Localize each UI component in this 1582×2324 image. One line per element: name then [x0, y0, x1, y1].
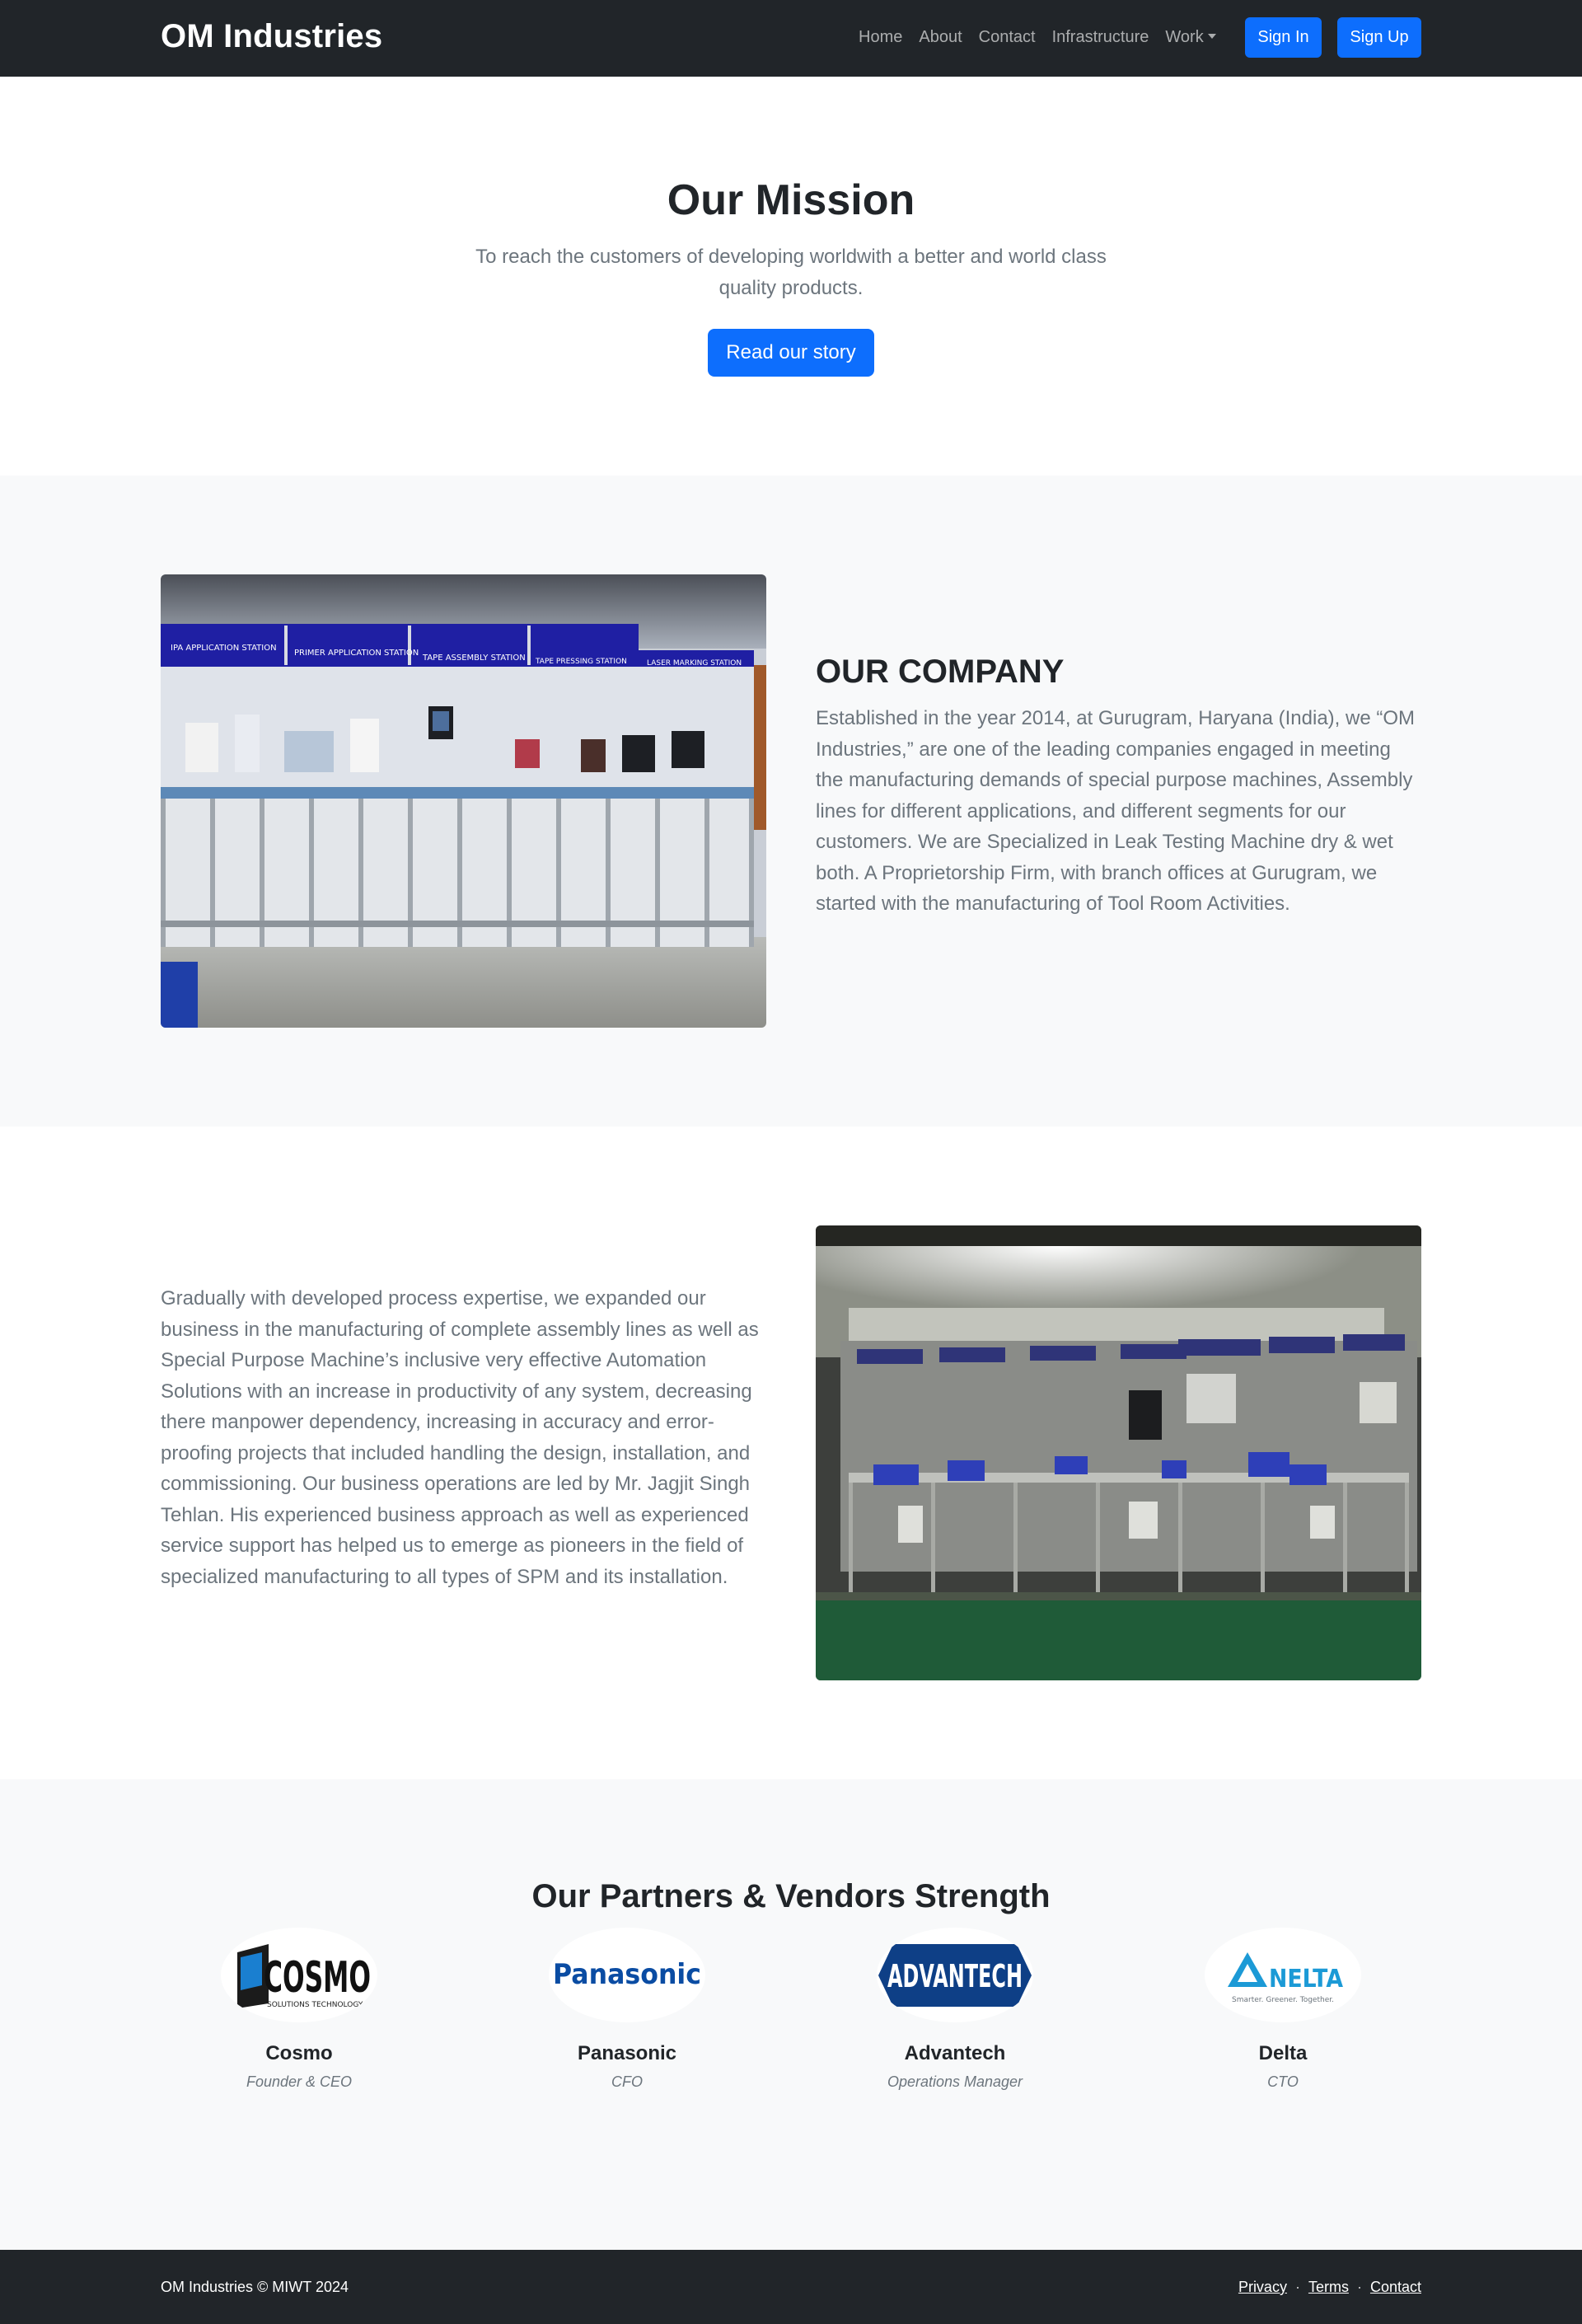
mission-text: To reach the customers of developing wor…	[475, 246, 1107, 299]
partners-section: Our Partners & Vendors Strength COSMO SO…	[0, 1779, 1582, 2250]
station-label-3: TAPE ASSEMBLY STATION	[422, 654, 526, 663]
nav-work-dropdown[interactable]: Work	[1165, 28, 1216, 47]
partner-card-delta: NELTA Smarter. Greener. Together. Delta …	[1119, 1928, 1447, 2091]
cosmo-logo: COSMO SOLUTIONS TECHNOLOGY	[221, 1928, 377, 2022]
expansion-text: Gradually with developed process experti…	[161, 1287, 759, 1588]
footer: OM Industries © MIWT 2024 Privacy · Term…	[0, 2250, 1582, 2324]
partner-name: Advantech	[904, 2042, 1006, 2064]
brand-logo[interactable]: OM Industries	[161, 18, 382, 55]
footer-privacy-link[interactable]: Privacy	[1238, 2279, 1287, 2296]
copyright-text: OM Industries © MIWT 2024	[161, 2279, 349, 2295]
partner-name: Delta	[1258, 2042, 1308, 2064]
company-title: OUR COMPANY	[816, 654, 1065, 690]
read-story-button[interactable]: Read our story	[708, 329, 874, 377]
chevron-down-icon	[1207, 33, 1216, 39]
partner-role: CTO	[1267, 2073, 1299, 2090]
delta-logo-subtext: Smarter. Greener. Together.	[1232, 1996, 1334, 2004]
station-label-1: IPA APPLICATION STATION	[171, 644, 277, 653]
station-label-4: TAPE PRESSING STATION	[535, 658, 627, 666]
station-label-5: LASER MARKING STATION	[647, 659, 742, 668]
assembly-line-photo	[816, 1225, 1421, 1680]
footer-contact-link[interactable]: Contact	[1370, 2279, 1421, 2296]
partner-role: Operations Manager	[887, 2073, 1023, 2090]
partner-name: Cosmo	[265, 2042, 333, 2064]
mission-section: Our Mission To reach the customers of de…	[0, 77, 1582, 476]
navbar: OM Industries Home About Contact Infrast…	[0, 0, 1582, 77]
expansion-section: Gradually with developed process experti…	[0, 1127, 1582, 1779]
nav-about[interactable]: About	[919, 28, 962, 47]
footer-links: Privacy · Terms · Contact	[1238, 2279, 1421, 2296]
advantech-logo: ADVANTECH	[877, 1928, 1033, 2022]
partner-card-cosmo: COSMO SOLUTIONS TECHNOLOGY Cosmo Founder…	[135, 1928, 463, 2091]
partners-title: Our Partners & Vendors Strength	[531, 1878, 1051, 1914]
partner-name: Panasonic	[577, 2042, 677, 2064]
cosmo-logo-subtext: SOLUTIONS TECHNOLOGY	[267, 2001, 363, 2009]
nav-home[interactable]: Home	[859, 28, 902, 47]
sign-in-button[interactable]: Sign In	[1245, 17, 1322, 58]
cosmo-logo-text: COSMO	[264, 1953, 371, 2003]
nav-contact[interactable]: Contact	[979, 28, 1036, 47]
partner-card-advantech: ADVANTECH Advantech Operations Manager	[791, 1928, 1119, 2091]
delta-logo: NELTA Smarter. Greener. Together.	[1205, 1928, 1361, 2022]
footer-separator: ·	[1294, 2279, 1300, 2295]
company-photo: IPA APPLICATION STATION PRIMER APPLICATI…	[161, 574, 766, 1028]
partner-role: CFO	[611, 2073, 643, 2090]
nav-links: Home About Contact Infrastructure Work	[859, 28, 1216, 47]
footer-separator: ·	[1356, 2279, 1362, 2295]
advantech-logo-text: ADVANTECH	[887, 1958, 1023, 1994]
partner-role: Founder & CEO	[246, 2073, 353, 2090]
panasonic-logo: Panasonic	[549, 1928, 705, 2022]
company-text: Established in the year 2014, at Gurugra…	[816, 707, 1416, 915]
company-section: IPA APPLICATION STATION PRIMER APPLICATI…	[0, 476, 1582, 1127]
nav-work-label: Work	[1165, 28, 1204, 46]
sign-up-button[interactable]: Sign Up	[1337, 17, 1421, 58]
panasonic-logo-text: Panasonic	[553, 1958, 701, 1991]
mission-title: Our Mission	[667, 176, 915, 224]
delta-logo-text: NELTA	[1269, 1965, 1344, 1994]
nav-infrastructure[interactable]: Infrastructure	[1052, 28, 1149, 47]
partner-card-panasonic: Panasonic Panasonic CFO	[463, 1928, 791, 2091]
station-label-2: PRIMER APPLICATION STATION	[294, 649, 419, 658]
footer-terms-link[interactable]: Terms	[1308, 2279, 1349, 2296]
